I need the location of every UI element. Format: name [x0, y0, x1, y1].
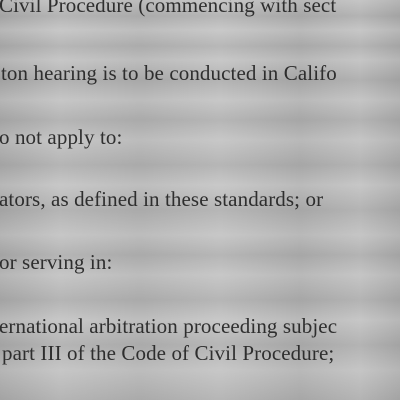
text-line-3: o not apply to:: [0, 125, 123, 149]
text-line-2: ton hearing is to be conducted in Califo: [1, 61, 337, 85]
text-line-4: ators, as defined in these standards; or: [0, 187, 324, 211]
text-line-6: ernational arbitration proceeding subjec: [0, 314, 338, 338]
text-line-1: Civil Procedure (commencing with sect: [0, 0, 337, 17]
text-line-7: part III of the Code of Civil Procedure;: [2, 341, 335, 365]
scanned-document-page: Civil Procedure (commencing with sect to…: [0, 0, 400, 400]
text-line-5: or serving in:: [0, 250, 113, 274]
